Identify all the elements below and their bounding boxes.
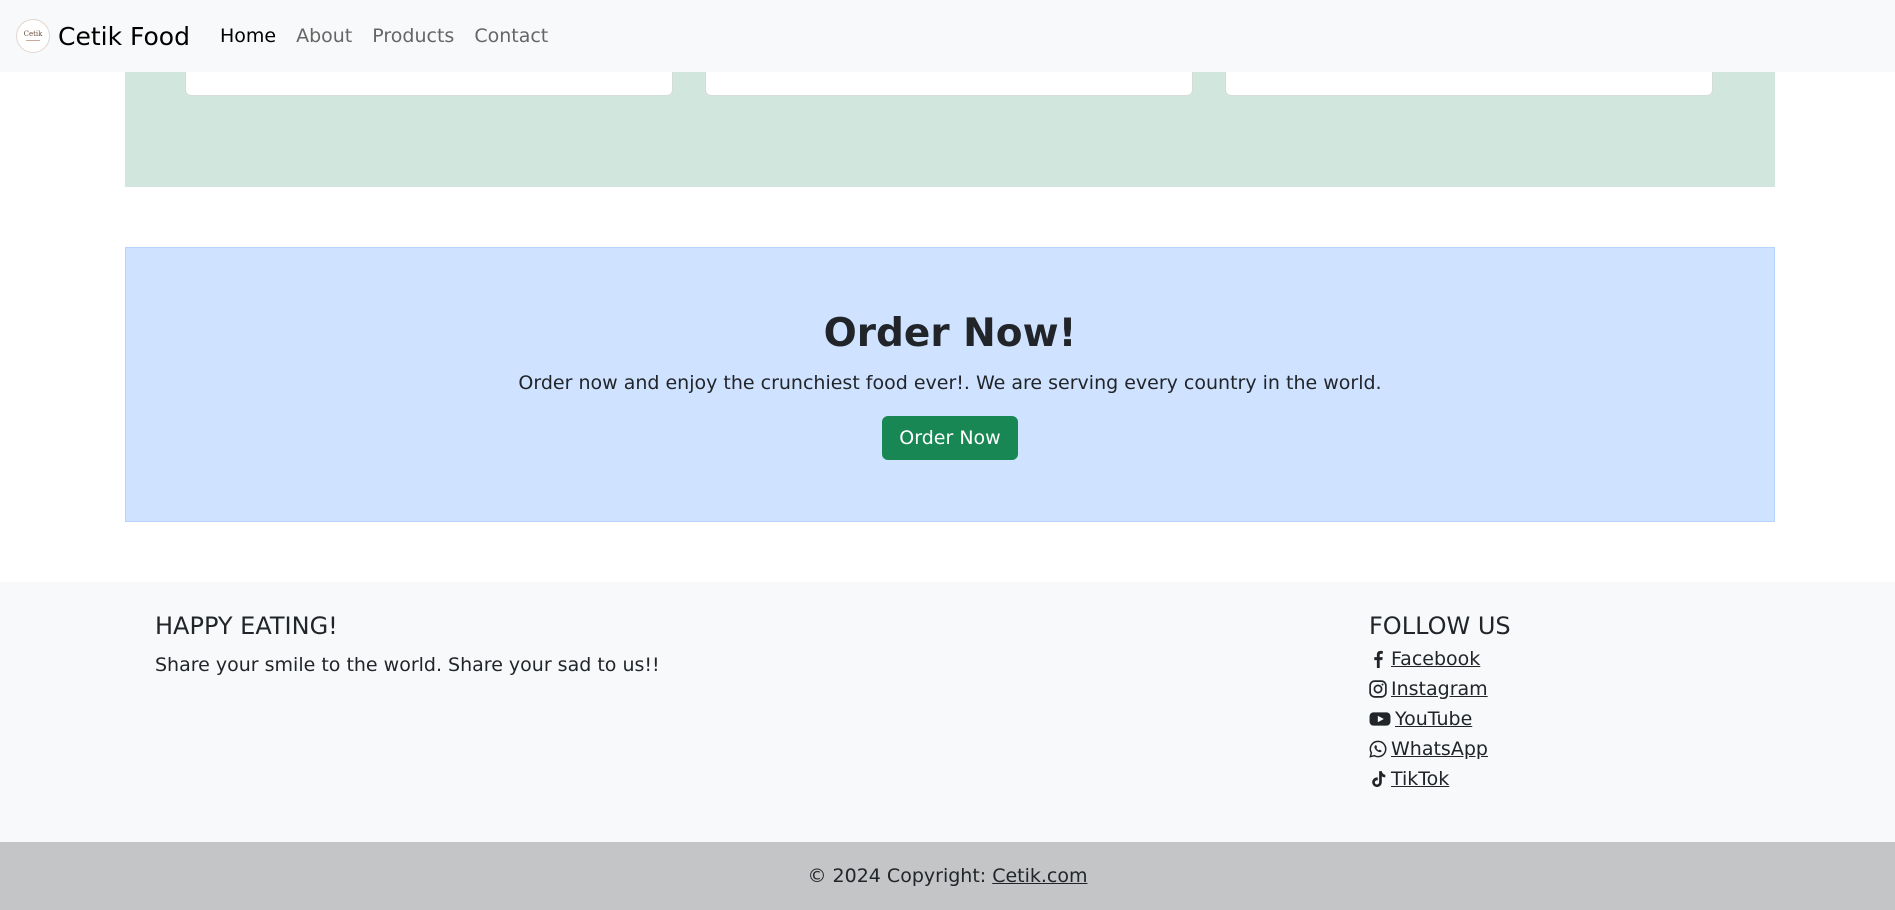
instagram-icon — [1369, 680, 1387, 698]
order-section: Order Now! Order now and enjoy the crunc… — [125, 247, 1775, 522]
nav-link-about[interactable]: About — [296, 25, 352, 47]
follow-heading: FOLLOW US — [1369, 612, 1511, 640]
instagram-link[interactable]: Instagram — [1369, 678, 1488, 700]
brand-link[interactable]: Cetik Cetik Food — [16, 19, 190, 53]
nav-link-products[interactable]: Products — [372, 25, 454, 47]
footer-follow: FOLLOW US Facebook Instagram YouTube Wha… — [1369, 612, 1511, 794]
logo-underline — [26, 40, 40, 41]
youtube-icon — [1369, 712, 1391, 726]
copyright-link[interactable]: Cetik.com — [992, 865, 1087, 887]
social-item: WhatsApp — [1369, 734, 1511, 764]
social-item: Instagram — [1369, 674, 1511, 704]
tiktok-link[interactable]: TikTok — [1369, 768, 1449, 790]
order-description: Order now and enjoy the crunchiest food … — [518, 372, 1382, 394]
navbar: Cetik Cetik Food Home About Products Con… — [0, 0, 1895, 72]
social-item: Facebook — [1369, 644, 1511, 674]
social-list: Facebook Instagram YouTube WhatsApp TikT… — [1369, 644, 1511, 794]
nav-link-contact[interactable]: Contact — [474, 25, 548, 47]
footer-about: HAPPY EATING! Share your smile to the wo… — [155, 612, 660, 676]
whatsapp-label: WhatsApp — [1391, 738, 1488, 760]
footer-tagline: Share your smile to the world. Share you… — [155, 654, 660, 676]
order-title: Order Now! — [823, 311, 1077, 356]
footer: HAPPY EATING! Share your smile to the wo… — [0, 582, 1895, 842]
brand-name: Cetik Food — [58, 21, 190, 51]
tiktok-icon — [1372, 771, 1386, 788]
whatsapp-icon — [1369, 740, 1387, 758]
social-item: TikTok — [1369, 764, 1511, 794]
tiktok-label: TikTok — [1391, 768, 1450, 790]
facebook-icon — [1374, 650, 1383, 668]
whatsapp-link[interactable]: WhatsApp — [1369, 738, 1488, 760]
facebook-link[interactable]: Facebook — [1369, 648, 1480, 670]
instagram-label: Instagram — [1391, 678, 1488, 700]
social-item: YouTube — [1369, 704, 1511, 734]
copyright-bar: © 2024 Copyright: Cetik.com — [0, 842, 1895, 910]
copyright-text: © 2024 Copyright: — [807, 865, 987, 887]
nav-link-home[interactable]: Home — [220, 25, 276, 47]
order-now-button[interactable]: Order Now — [882, 416, 1018, 460]
footer-heading: HAPPY EATING! — [155, 612, 338, 640]
logo-text: Cetik — [23, 30, 43, 38]
facebook-label: Facebook — [1391, 648, 1481, 670]
youtube-link[interactable]: YouTube — [1369, 708, 1472, 730]
brand-logo: Cetik — [16, 19, 50, 53]
youtube-label: YouTube — [1395, 708, 1473, 730]
nav-links: Home About Products Contact — [220, 25, 568, 47]
